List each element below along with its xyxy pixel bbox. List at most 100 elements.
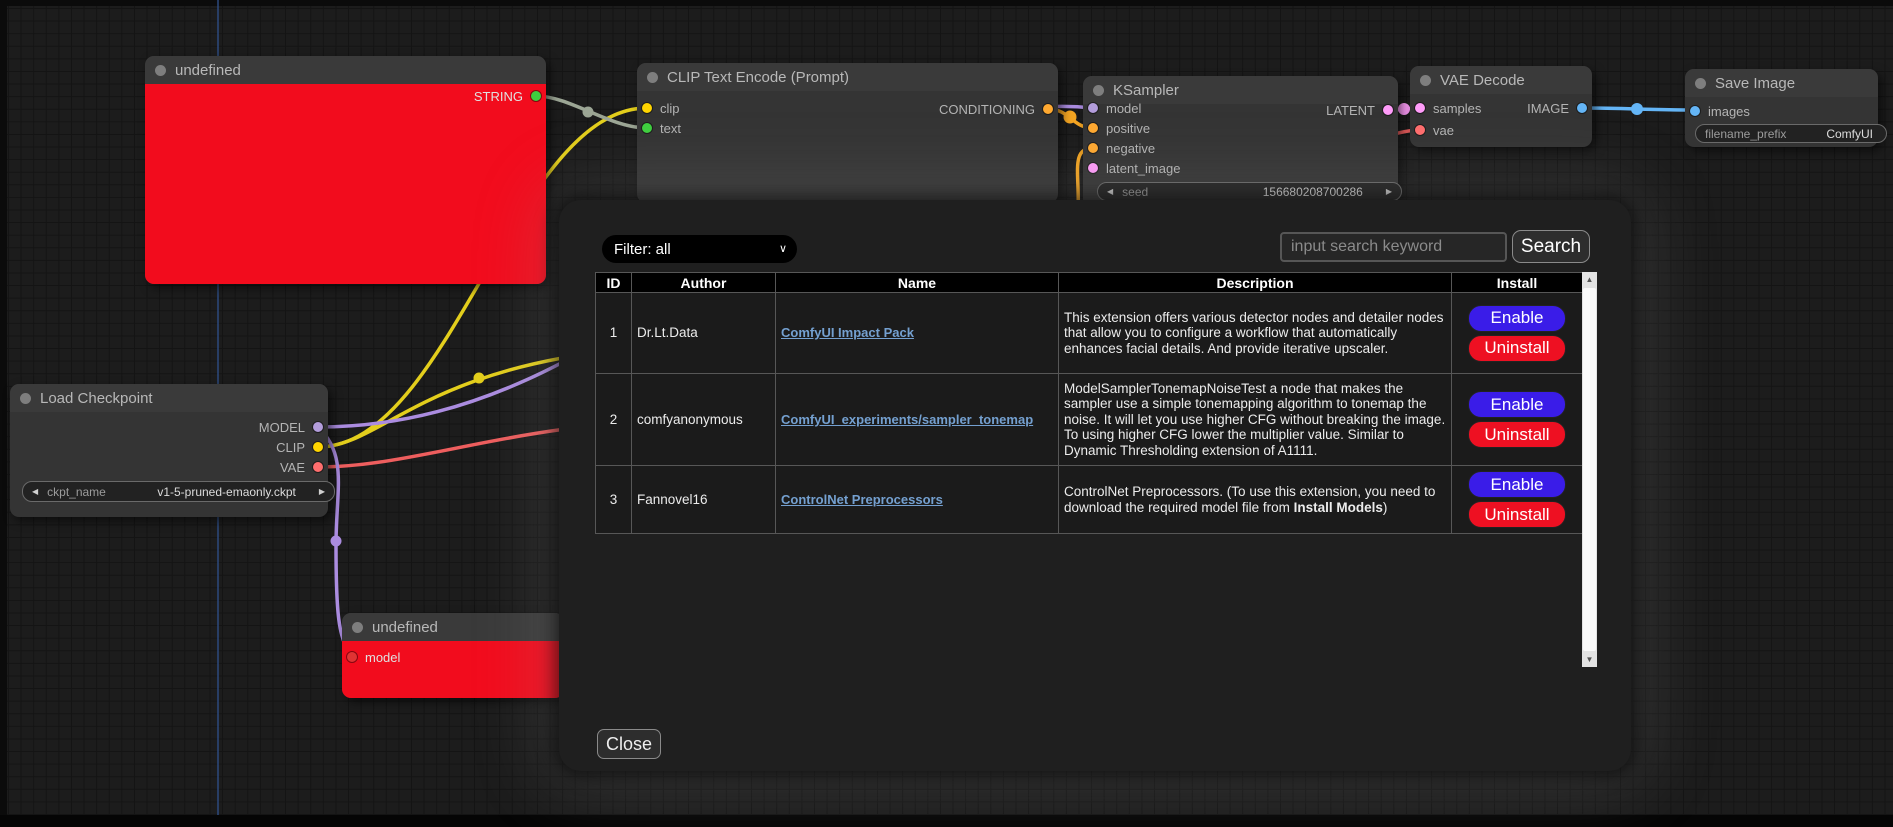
- search-input[interactable]: [1280, 232, 1507, 262]
- node-title-bar[interactable]: Save Image: [1685, 69, 1878, 97]
- node-save-image[interactable]: Save Image images filename_prefix ComfyU…: [1685, 69, 1878, 147]
- decrement-arrow-icon[interactable]: ◀: [1107, 187, 1113, 196]
- node-vae-decode[interactable]: VAE Decode samples vae IMAGE: [1410, 66, 1592, 147]
- extension-author: Fannovel16: [632, 466, 776, 534]
- input-slot-text[interactable]: text: [642, 120, 681, 136]
- scrollbar-thumb[interactable]: [1583, 288, 1596, 651]
- collapse-dot-icon[interactable]: [1695, 78, 1706, 89]
- conditioning-port-icon[interactable]: [1088, 123, 1098, 133]
- node-title-bar[interactable]: undefined: [145, 56, 546, 84]
- node-title: KSampler: [1113, 82, 1179, 99]
- collapse-dot-icon[interactable]: [647, 72, 658, 83]
- table-header-cell: ID: [596, 273, 632, 293]
- input-slot-negative[interactable]: negative: [1088, 140, 1155, 156]
- collapse-dot-icon[interactable]: [352, 622, 363, 633]
- text-port-icon[interactable]: [642, 123, 652, 133]
- uninstall-button[interactable]: Uninstall: [1468, 335, 1566, 362]
- uninstall-button[interactable]: Uninstall: [1468, 501, 1566, 528]
- extension-link[interactable]: ControlNet Preprocessors: [781, 492, 943, 507]
- node-undefined-top[interactable]: undefined STRING: [145, 56, 546, 284]
- model-port-icon[interactable]: [347, 652, 357, 662]
- install-cell: Enable Uninstall: [1452, 466, 1583, 534]
- install-cell: Enable Uninstall: [1452, 374, 1583, 466]
- collapse-dot-icon[interactable]: [1420, 75, 1431, 86]
- node-title: Save Image: [1715, 75, 1795, 92]
- collapse-dot-icon[interactable]: [1093, 85, 1104, 96]
- uninstall-button[interactable]: Uninstall: [1468, 421, 1566, 448]
- table-header-cell: Description: [1059, 273, 1452, 293]
- search-button[interactable]: Search: [1512, 230, 1590, 263]
- decrement-arrow-icon[interactable]: ◀: [32, 487, 38, 496]
- input-slot-clip[interactable]: clip: [642, 100, 680, 116]
- input-slot-model[interactable]: model: [1088, 100, 1141, 116]
- output-slot-string[interactable]: STRING: [474, 88, 541, 104]
- string-port-icon[interactable]: [531, 91, 541, 101]
- enable-button[interactable]: Enable: [1468, 471, 1566, 498]
- vae-port-icon[interactable]: [313, 462, 323, 472]
- image-port-icon[interactable]: [1690, 106, 1700, 116]
- model-port-icon[interactable]: [313, 422, 323, 432]
- vae-port-icon[interactable]: [1415, 125, 1425, 135]
- output-slot-conditioning[interactable]: CONDITIONING: [939, 101, 1053, 117]
- filter-dropdown-wrap: Filter: all ∨: [602, 235, 797, 263]
- error-node-body: [145, 84, 546, 284]
- ckpt-name-widget[interactable]: ◀ ckpt_name v1-5-pruned-emaonly.ckpt ▶: [22, 481, 335, 502]
- image-port-icon[interactable]: [1577, 103, 1587, 113]
- input-slot-images[interactable]: images: [1690, 103, 1750, 119]
- conditioning-port-icon[interactable]: [1088, 143, 1098, 153]
- extension-name: ControlNet Preprocessors: [776, 466, 1059, 534]
- extension-id: 1: [596, 293, 632, 374]
- extension-link[interactable]: ComfyUI Impact Pack: [781, 325, 914, 340]
- node-graph-canvas[interactable]: undefined STRING CLIP Text Encode (Promp…: [0, 0, 1893, 827]
- extension-description: ModelSamplerTonemapNoiseTest a node that…: [1059, 374, 1452, 466]
- extension-manager-dialog: Filter: all ∨ Search IDAuthorNameDescrip…: [559, 200, 1631, 771]
- node-ksampler[interactable]: KSampler model positive negative latent_…: [1083, 76, 1398, 208]
- input-slot-samples[interactable]: samples: [1415, 100, 1481, 116]
- extension-link[interactable]: ComfyUI_experiments/sampler_tonemap: [781, 412, 1033, 427]
- model-port-icon[interactable]: [1088, 103, 1098, 113]
- extension-description: This extension offers various detector n…: [1059, 293, 1452, 374]
- input-slot-model[interactable]: model: [347, 649, 400, 665]
- scroll-up-arrow-icon[interactable]: ▲: [1582, 272, 1597, 287]
- node-title-bar[interactable]: Load Checkpoint: [10, 384, 328, 412]
- output-slot-image[interactable]: IMAGE: [1527, 100, 1587, 116]
- close-button[interactable]: Close: [597, 729, 661, 759]
- node-load-checkpoint[interactable]: Load Checkpoint MODEL CLIP VAE ◀ ckpt_na…: [10, 384, 328, 517]
- latent-port-icon[interactable]: [1088, 163, 1098, 173]
- output-slot-model[interactable]: MODEL: [259, 419, 323, 435]
- latent-port-icon[interactable]: [1383, 105, 1393, 115]
- input-slot-latent-image[interactable]: latent_image: [1088, 160, 1180, 176]
- output-slot-vae[interactable]: VAE: [280, 459, 323, 475]
- clip-port-icon[interactable]: [313, 442, 323, 452]
- node-title: undefined: [372, 619, 438, 636]
- output-slot-clip[interactable]: CLIP: [276, 439, 323, 455]
- node-title: VAE Decode: [1440, 72, 1525, 89]
- node-title-bar[interactable]: undefined: [342, 613, 564, 641]
- extension-description: ControlNet Preprocessors. (To use this e…: [1059, 466, 1452, 534]
- filename-prefix-widget[interactable]: filename_prefix ComfyUI: [1695, 124, 1887, 143]
- node-clip-text-encode[interactable]: CLIP Text Encode (Prompt) clip text COND…: [637, 63, 1058, 203]
- seed-widget[interactable]: ◀ seed 156680208700286 ▶: [1097, 182, 1402, 201]
- table-scrollbar[interactable]: ▲ ▼: [1582, 272, 1597, 667]
- extension-name: ComfyUI Impact Pack: [776, 293, 1059, 374]
- clip-port-icon[interactable]: [642, 103, 652, 113]
- enable-button[interactable]: Enable: [1468, 391, 1566, 418]
- conditioning-port-icon[interactable]: [1043, 104, 1053, 114]
- latent-port-icon[interactable]: [1415, 103, 1425, 113]
- filter-select[interactable]: Filter: all: [602, 235, 797, 263]
- input-slot-positive[interactable]: positive: [1088, 120, 1150, 136]
- node-title-bar[interactable]: VAE Decode: [1410, 66, 1592, 94]
- collapse-dot-icon[interactable]: [155, 65, 166, 76]
- enable-button[interactable]: Enable: [1468, 305, 1566, 332]
- collapse-dot-icon[interactable]: [20, 393, 31, 404]
- scroll-down-arrow-icon[interactable]: ▼: [1582, 652, 1597, 667]
- node-undefined-bottom[interactable]: undefined model: [342, 613, 564, 698]
- extension-name: ComfyUI_experiments/sampler_tonemap: [776, 374, 1059, 466]
- node-title-bar[interactable]: CLIP Text Encode (Prompt): [637, 63, 1058, 91]
- increment-arrow-icon[interactable]: ▶: [1386, 187, 1392, 196]
- input-slot-vae[interactable]: vae: [1415, 122, 1454, 138]
- table-header-cell: Install: [1452, 273, 1583, 293]
- output-slot-latent[interactable]: LATENT: [1326, 102, 1393, 118]
- increment-arrow-icon[interactable]: ▶: [319, 487, 325, 496]
- table-header-cell: Author: [632, 273, 776, 293]
